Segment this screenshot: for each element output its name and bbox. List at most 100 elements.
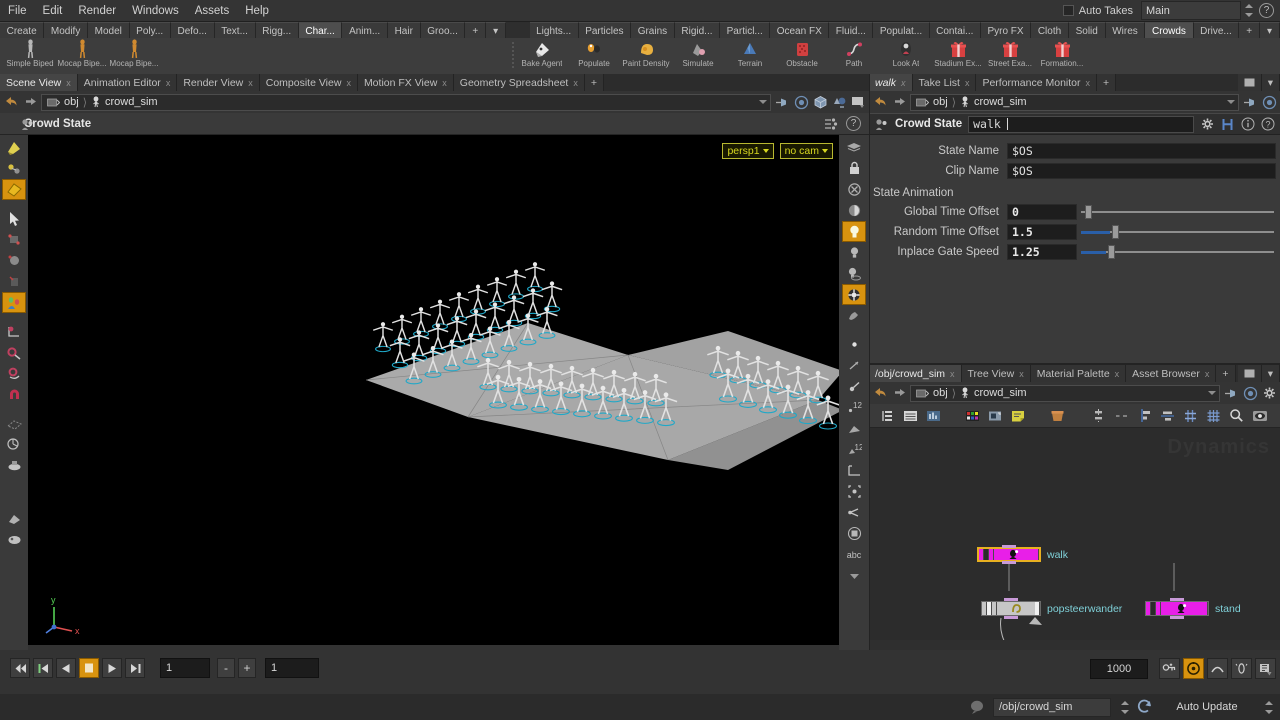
sculpt-icon[interactable] — [2, 250, 26, 271]
stop-button[interactable] — [79, 658, 99, 678]
net-tab-material-palette[interactable]: Material Palette x — [1030, 365, 1127, 382]
align-vertical-icon[interactable] — [1090, 407, 1107, 424]
take-spinner[interactable] — [1243, 2, 1254, 19]
box-icon[interactable] — [1049, 407, 1066, 424]
close-icon[interactable]: x — [1019, 369, 1024, 379]
menu-item-help[interactable]: Help — [237, 3, 277, 19]
target-icon[interactable] — [1242, 385, 1258, 401]
slider-knob[interactable] — [1112, 225, 1120, 239]
snap-to-grid-icon[interactable] — [2, 321, 26, 342]
shelf-tab-cloth[interactable]: Cloth — [1031, 22, 1069, 38]
path-dropdown-icon[interactable] — [1208, 391, 1216, 395]
shelf-tab-rigg[interactable]: Rigg... — [255, 22, 299, 38]
dash-icon[interactable] — [1113, 407, 1130, 424]
auto-key-button[interactable] — [1183, 658, 1204, 679]
target-icon[interactable] — [793, 94, 809, 110]
breadcrumb-crowd-sim[interactable]: crowd_sim — [958, 387, 1029, 399]
shelf-tab-char[interactable]: Char... — [298, 22, 343, 38]
frame-increment-button[interactable]: + — [238, 658, 256, 678]
play-button[interactable] — [102, 658, 122, 678]
point-normals-icon[interactable] — [842, 355, 866, 376]
close-icon[interactable]: x — [965, 78, 970, 88]
selection-display-icon[interactable] — [842, 481, 866, 502]
select-tool-icon[interactable] — [2, 137, 26, 158]
vector-display-icon[interactable] — [842, 502, 866, 523]
scene-view-path-field[interactable]: obj ⟩ crowd_sim — [41, 93, 771, 111]
shelf-item-bake-agent[interactable]: Bake Agent — [516, 38, 568, 68]
profile-curves-icon[interactable] — [842, 460, 866, 481]
shelf-item-simulate[interactable]: Simulate — [672, 38, 724, 68]
pin-icon[interactable] — [1223, 385, 1239, 401]
layers-display-icon[interactable] — [842, 137, 866, 158]
shelf-tab-lights[interactable]: Lights... — [529, 22, 579, 38]
network-node-popsteerwander[interactable]: popsteerwander — [981, 598, 1122, 619]
shelf-item-simple-biped[interactable]: Simple Biped — [4, 38, 56, 68]
slider-knob[interactable] — [1108, 245, 1116, 259]
breadcrumb-obj[interactable]: obj — [914, 387, 950, 399]
shelf-tab-text[interactable]: Text... — [214, 22, 256, 38]
shelf-item-obstacle[interactable]: Obstacle — [776, 38, 828, 68]
align-left-icon[interactable] — [1136, 407, 1153, 424]
grid-snap-icon[interactable] — [1182, 407, 1199, 424]
environment-light-icon[interactable] — [842, 284, 866, 305]
shade-mode-icon[interactable] — [842, 200, 866, 221]
network-path-field[interactable]: obj ⟩ crowd_sim — [910, 384, 1220, 402]
paint-icon[interactable] — [2, 271, 26, 292]
param-slider-random-time-offset[interactable] — [1081, 224, 1276, 240]
param-slider-inplace-gate-speed[interactable] — [1081, 244, 1276, 260]
breadcrumb-obj[interactable]: obj — [914, 96, 950, 108]
houdini-h-icon[interactable] — [1221, 117, 1235, 132]
viewport-layout-selector[interactable]: persp1 — [722, 143, 774, 159]
shelf-tab-solid[interactable]: Solid — [1068, 22, 1106, 38]
shelf-tab-modify[interactable]: Modify — [44, 22, 88, 38]
more-options-icon[interactable] — [842, 565, 866, 586]
shelf-tab-groo[interactable]: Groo... — [420, 22, 466, 38]
take-selector[interactable]: Main — [1141, 1, 1241, 20]
menu-item-render[interactable]: Render — [70, 3, 124, 19]
param-tab-take-list[interactable]: Take List x — [912, 74, 977, 91]
shelf-tab-defo[interactable]: Defo... — [170, 22, 215, 38]
param-input-inplace-gate-speed[interactable]: 1.25 — [1007, 244, 1077, 260]
info-icon[interactable] — [1241, 117, 1255, 131]
node-body[interactable] — [1145, 598, 1209, 619]
node-body[interactable] — [981, 598, 1041, 619]
menu-item-edit[interactable]: Edit — [35, 3, 71, 19]
path-dropdown-icon[interactable] — [1227, 100, 1235, 104]
help-icon[interactable]: ? — [1261, 117, 1275, 131]
close-icon[interactable]: x — [901, 78, 906, 88]
shelf-tab-particles[interactable]: Particles — [578, 22, 632, 38]
forward-arrow-icon[interactable] — [891, 385, 907, 401]
handle-tool-icon[interactable] — [2, 158, 26, 179]
back-arrow-icon[interactable] — [872, 94, 888, 110]
param-slider-global-time-offset[interactable] — [1081, 204, 1276, 220]
slider-knob[interactable] — [1084, 205, 1092, 219]
shelf-tab-oceanfx[interactable]: Ocean FX — [770, 22, 830, 38]
menu-item-windows[interactable]: Windows — [124, 3, 187, 19]
horizontal-divider[interactable] — [869, 363, 1280, 365]
viewport-3d-canvas[interactable]: persp1 no cam y x — [28, 135, 843, 688]
node-input-flag[interactable] — [1002, 545, 1016, 548]
shelf-tab-create[interactable]: Create — [0, 22, 45, 38]
point-display-icon[interactable] — [842, 334, 866, 355]
net-tab-menu-icon[interactable]: ▾ — [1261, 365, 1280, 382]
shelf-tab-contai[interactable]: Contai... — [929, 22, 981, 38]
crowd-state-tool-icon[interactable] — [2, 292, 26, 313]
box-display-icon[interactable] — [812, 94, 828, 110]
object-select-icon[interactable] — [2, 208, 26, 229]
viewport-help-icon[interactable]: ? — [846, 116, 861, 131]
lock-icon[interactable] — [842, 158, 866, 179]
display-options-icon[interactable] — [831, 94, 847, 110]
grid-icon[interactable] — [1205, 407, 1222, 424]
shelf-item-mocap-bipe[interactable]: Mocap Bipe... — [108, 38, 160, 68]
shelf-tab-hair[interactable]: Hair — [387, 22, 421, 38]
gear-icon[interactable] — [1200, 117, 1215, 132]
breadcrumb-obj[interactable]: obj — [45, 96, 81, 108]
shelf-tab-pyrofx[interactable]: Pyro FX — [980, 22, 1032, 38]
net-tab-asset-browser[interactable]: Asset Browser x — [1126, 365, 1217, 382]
network-canvas[interactable]: Dynamics walkpopsteerwanderstandpopwrang… — [869, 428, 1280, 640]
jump-to-start-button[interactable] — [10, 658, 30, 678]
close-icon[interactable]: x — [166, 78, 171, 88]
scene-tab-animation-editor[interactable]: Animation Editor x — [77, 74, 178, 91]
param-input-random-time-offset[interactable]: 1.5 — [1007, 224, 1077, 240]
close-icon[interactable]: x — [1205, 369, 1210, 379]
